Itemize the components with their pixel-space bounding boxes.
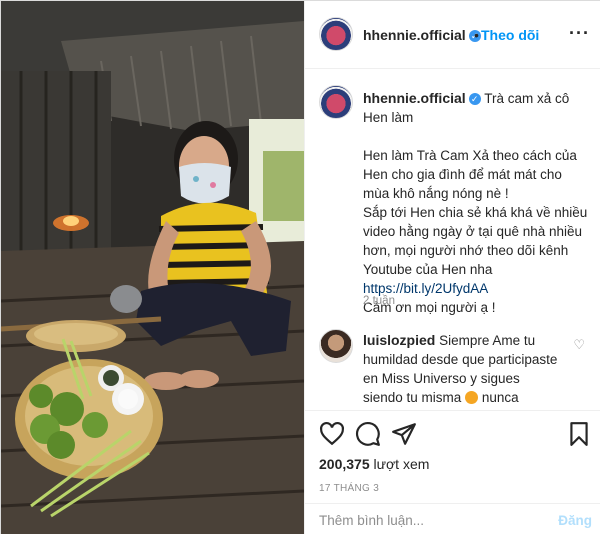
caption-body: Hen làm Trà Cam Xả theo cách của Hen cho…	[363, 148, 588, 277]
view-count-number: 200,375	[319, 456, 370, 472]
caption-title-line: hhennie.official ✓ Trà cam xả cô Hen làm	[363, 89, 591, 127]
post-header: hhennie.official ✓ • Theo dõi ···	[305, 1, 600, 69]
instagram-post: hhennie.official ✓ • Theo dõi ··· hhennie…	[0, 0, 600, 534]
post-photo[interactable]	[1, 1, 304, 534]
verified-badge-icon: ✓	[468, 93, 481, 105]
like-heart-icon[interactable]	[319, 421, 345, 447]
caption-link[interactable]: https://bit.ly/2UfydAA	[363, 281, 488, 296]
comment-bubble-icon[interactable]	[355, 421, 381, 447]
comment-like-icon[interactable]: ♡	[573, 337, 585, 353]
caption-username[interactable]: hhennie.official	[363, 90, 466, 106]
author-username[interactable]: hhennie.official ✓	[363, 27, 481, 43]
view-count[interactable]: 200,375 lượt xem	[319, 456, 429, 472]
add-comment-bar: Thêm bình luận... Đăng	[305, 503, 600, 534]
view-count-label: lượt xem	[373, 456, 430, 472]
add-comment-input[interactable]: Thêm bình luận...	[319, 513, 424, 528]
follow-button[interactable]: Theo dõi	[481, 27, 539, 43]
save-bookmark-icon[interactable]	[566, 421, 592, 447]
post-actions: 200,375 lượt xem 17 THÁNG 3 Thêm bình lu…	[305, 410, 600, 534]
share-paper-plane-icon[interactable]	[391, 421, 417, 447]
more-options-icon[interactable]: ···	[569, 23, 590, 44]
header-separator: •	[474, 27, 479, 43]
post-caption: hhennie.official ✓ Trà cam xả cô Hen làm …	[363, 89, 591, 317]
heart-eyes-emoji-icon	[465, 391, 479, 404]
post-comment-button[interactable]: Đăng	[558, 513, 592, 528]
commenter-username[interactable]: luislozpied	[363, 332, 435, 348]
caption-timestamp[interactable]: 2 tuần	[363, 295, 395, 307]
caption-thanks: Cảm ơn mọi người ạ !	[363, 300, 496, 315]
commenter-avatar[interactable]	[319, 329, 353, 363]
post-image	[1, 1, 304, 534]
author-username-text[interactable]: hhennie.official	[363, 27, 466, 43]
author-avatar[interactable]	[319, 17, 353, 51]
post-date: 17 THÁNG 3	[319, 483, 380, 494]
post-sidebar: hhennie.official ✓ • Theo dõi ··· hhennie…	[304, 1, 600, 534]
caption-avatar[interactable]	[319, 85, 353, 119]
